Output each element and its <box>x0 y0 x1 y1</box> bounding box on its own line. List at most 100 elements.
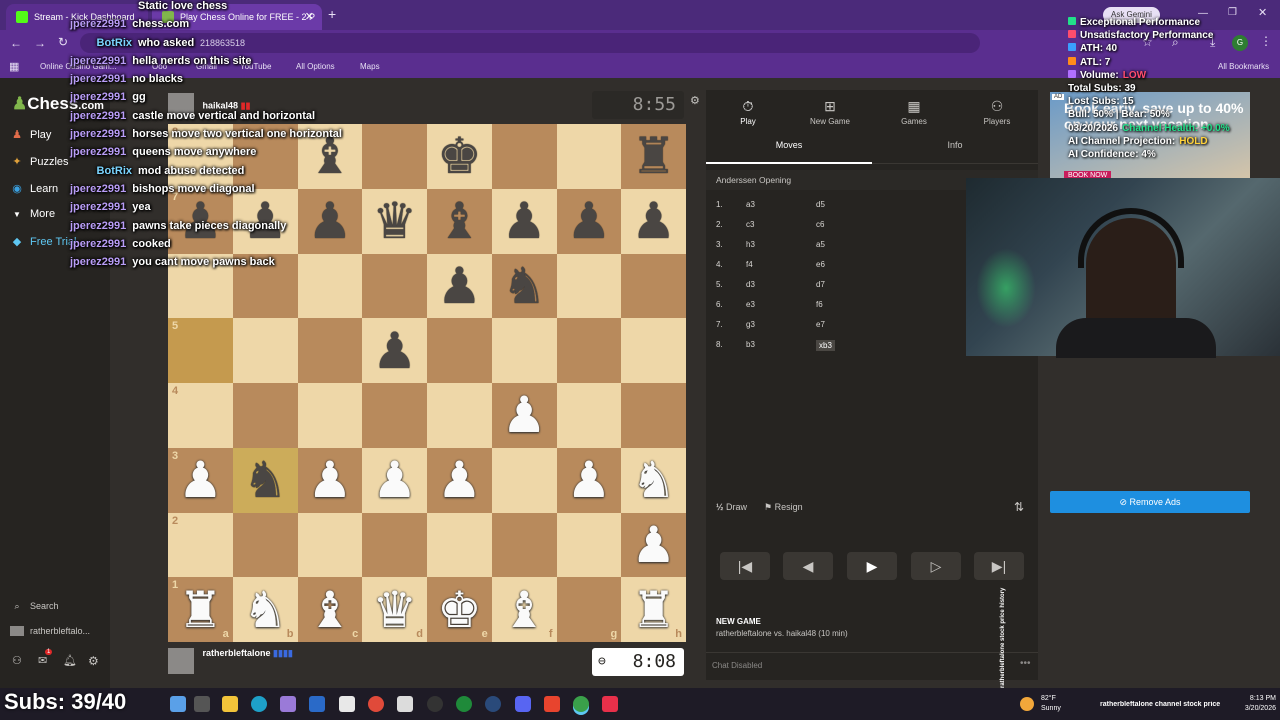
white-knight-piece[interactable]: ♞ <box>631 455 676 505</box>
board-square[interactable] <box>556 512 622 578</box>
white-move[interactable]: a3 <box>746 200 755 209</box>
board-square[interactable]: b ♞ <box>232 577 298 642</box>
board-square[interactable]: e ♚ <box>427 577 492 642</box>
board-square[interactable] <box>297 318 363 383</box>
xbox-icon[interactable] <box>456 696 472 712</box>
board-square[interactable]: f ♝ <box>491 577 557 642</box>
white-move[interactable]: d3 <box>746 280 755 289</box>
board-square[interactable]: 2 <box>168 512 233 578</box>
last-move-button[interactable]: ▶| <box>974 552 1024 580</box>
board-square[interactable] <box>556 318 622 383</box>
board-square[interactable]: ♟ <box>556 447 622 513</box>
board-square[interactable] <box>621 253 686 319</box>
board-square[interactable] <box>297 383 363 448</box>
board-square[interactable]: 1 a ♜ <box>168 577 233 642</box>
black-knight-piece[interactable]: ♞ <box>502 261 547 311</box>
draw-button[interactable]: ½ Draw <box>716 502 747 512</box>
resign-button[interactable]: ⚑ Resign <box>764 502 803 513</box>
board-square[interactable] <box>427 383 492 448</box>
messages-icon[interactable]: ✉ 1 <box>38 649 53 667</box>
board-square[interactable]: ♟ <box>621 512 686 578</box>
subtab-info[interactable]: Info <box>872 140 1038 164</box>
photoshop-icon[interactable] <box>309 696 325 712</box>
black-pawn-piece[interactable]: ♟ <box>566 196 611 246</box>
flip-board-icon[interactable]: ⇅ <box>1014 500 1024 514</box>
black-pawn-piece[interactable]: ♟ <box>372 326 417 376</box>
player-name[interactable]: ratherbleftalone <box>203 648 271 658</box>
white-knight-piece[interactable]: ♞ <box>243 585 288 635</box>
clock-widget[interactable]: 8:13 PM 3/20/2026 <box>1228 694 1276 714</box>
bell-icon[interactable]: 🔔︎ <box>63 654 77 667</box>
chat-options-icon[interactable]: ••• <box>1020 658 1031 669</box>
white-pawn-piece[interactable]: ♟ <box>566 455 611 505</box>
board-square[interactable] <box>491 447 557 513</box>
prev-move-button[interactable]: ◀ <box>783 552 833 580</box>
black-move[interactable]: e6 <box>816 260 825 269</box>
white-queen-piece[interactable]: ♛ <box>372 585 417 635</box>
profile-link[interactable]: ■ ratherbleftalo... <box>10 626 90 636</box>
forward-move-button[interactable]: ▷ <box>911 552 961 580</box>
apps-grid-icon[interactable]: ▦ <box>9 60 19 73</box>
board-square[interactable] <box>297 512 363 578</box>
remove-ads-button[interactable]: ⊘ Remove Ads <box>1050 491 1250 513</box>
next-move-button[interactable]: ▶ <box>847 552 897 580</box>
board-square[interactable] <box>362 383 427 448</box>
maps-pin-icon[interactable] <box>544 696 560 712</box>
board-square[interactable]: h ♜ <box>621 577 686 642</box>
black-bishop-piece[interactable]: ♝ <box>437 196 482 246</box>
board-square[interactable]: c ♝ <box>297 577 363 642</box>
white-rook-piece[interactable]: ♜ <box>178 585 223 635</box>
reload-icon[interactable]: ↻ <box>58 35 68 49</box>
board-square[interactable]: ♟ <box>556 188 622 254</box>
board-square[interactable] <box>491 512 557 578</box>
board-square[interactable]: ♜ <box>621 124 686 189</box>
friends-icon[interactable]: ⚇ <box>12 654 22 667</box>
board-square[interactable] <box>491 124 557 189</box>
windows-start-icon[interactable] <box>170 696 186 712</box>
board-square[interactable] <box>427 512 492 578</box>
white-pawn-piece[interactable]: ♟ <box>437 455 482 505</box>
white-pawn-piece[interactable]: ♟ <box>307 455 352 505</box>
white-pawn-piece[interactable]: ♟ <box>372 455 417 505</box>
board-square[interactable] <box>621 383 686 448</box>
white-pawn-piece[interactable]: ♟ <box>631 520 676 570</box>
white-move[interactable]: c3 <box>746 220 754 229</box>
board-square[interactable] <box>232 512 298 578</box>
app-icon[interactable] <box>280 696 296 712</box>
black-pawn-piece[interactable]: ♟ <box>437 261 482 311</box>
sidebar-item-puzzles[interactable]: ✦ Puzzles <box>10 155 68 168</box>
obs-icon[interactable] <box>427 696 443 712</box>
task-view-icon[interactable] <box>194 696 210 712</box>
white-bishop-piece[interactable]: ♝ <box>502 585 547 635</box>
black-move[interactable]: d7 <box>816 280 825 289</box>
tab-play[interactable]: ⏱ Play <box>718 98 778 126</box>
black-queen-piece[interactable]: ♛ <box>372 196 417 246</box>
tab-players[interactable]: ⚇ Players <box>967 98 1027 126</box>
board-square[interactable] <box>427 318 492 383</box>
board-square[interactable]: ♟ <box>427 447 492 513</box>
board-square[interactable] <box>232 383 298 448</box>
white-pawn-piece[interactable]: ♟ <box>502 390 547 440</box>
board-square[interactable]: ♞ <box>232 447 298 513</box>
discord-icon[interactable] <box>515 696 531 712</box>
black-pawn-piece[interactable]: ♟ <box>502 196 547 246</box>
player-avatar[interactable] <box>168 648 194 674</box>
chrome-icon[interactable] <box>368 696 384 712</box>
sidebar-item-more[interactable]: ▼ More <box>10 208 55 220</box>
board-square[interactable] <box>556 253 622 319</box>
board-square[interactable]: 5 <box>168 318 233 383</box>
board-square[interactable]: ♟ <box>362 447 427 513</box>
back-icon[interactable]: ← <box>10 36 22 50</box>
white-move[interactable]: b3 <box>746 340 755 349</box>
white-king-piece[interactable]: ♚ <box>437 585 482 635</box>
subtab-moves[interactable]: Moves <box>706 140 872 164</box>
forward-icon[interactable]: → <box>34 36 46 50</box>
black-move[interactable]: f6 <box>816 300 823 309</box>
board-square[interactable]: ♛ <box>362 188 427 254</box>
board-square[interactable]: ♟ <box>491 383 557 448</box>
black-move[interactable]: c6 <box>816 220 824 229</box>
weather-widget[interactable]: 82°F Sunny <box>1041 694 1061 714</box>
document-icon[interactable] <box>339 696 355 712</box>
board-square[interactable]: ♞ <box>491 253 557 319</box>
file-explorer-icon[interactable] <box>222 696 238 712</box>
